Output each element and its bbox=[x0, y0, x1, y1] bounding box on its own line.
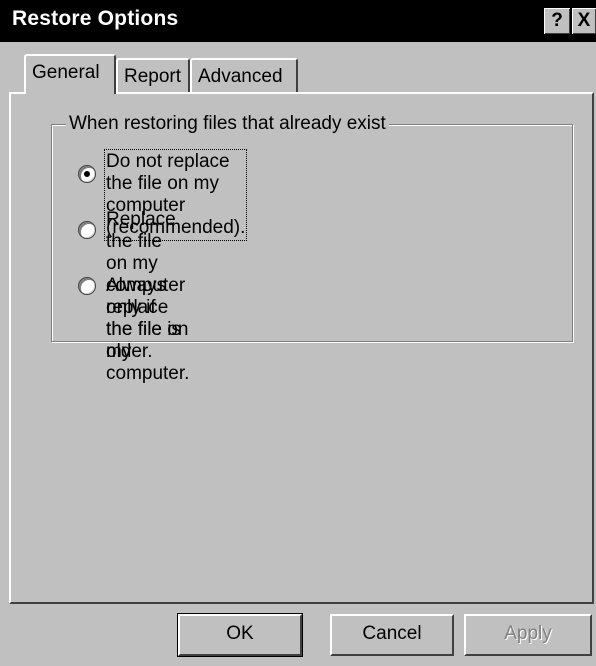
tab-report[interactable]: Report bbox=[116, 58, 190, 92]
group-legend: When restoring files that already exist bbox=[66, 113, 389, 135]
ok-button[interactable]: OK bbox=[177, 613, 303, 657]
tab-advanced-label: Advanced bbox=[198, 66, 283, 87]
cancel-button[interactable]: Cancel bbox=[330, 614, 454, 656]
close-button[interactable]: X bbox=[572, 8, 596, 34]
option-always-replace-label[interactable]: Always replace the file on my computer. bbox=[106, 275, 189, 385]
restore-behavior-group: When restoring files that already exist … bbox=[51, 113, 573, 384]
option-label-line: Always replace the file on my computer. bbox=[106, 275, 190, 384]
window-title: Restore Options bbox=[12, 7, 179, 30]
tab-advanced[interactable]: Advanced bbox=[190, 58, 298, 92]
title-bar: Restore Options ? X bbox=[0, 0, 596, 42]
radio-selected-dot bbox=[84, 171, 90, 177]
option-label-line: Do not replace the file on my computer bbox=[106, 151, 230, 216]
radio-replace-if-older[interactable] bbox=[78, 221, 96, 239]
tab-panel-general: When restoring files that already exist … bbox=[9, 92, 594, 604]
tab-report-label: Report bbox=[124, 66, 182, 87]
radio-always-replace[interactable] bbox=[78, 277, 96, 295]
help-button[interactable]: ? bbox=[544, 8, 570, 34]
tab-general-label: General bbox=[32, 62, 100, 83]
apply-button[interactable]: Apply bbox=[464, 614, 592, 656]
tab-general[interactable]: General bbox=[24, 54, 116, 94]
radio-do-not-replace[interactable] bbox=[78, 165, 96, 183]
